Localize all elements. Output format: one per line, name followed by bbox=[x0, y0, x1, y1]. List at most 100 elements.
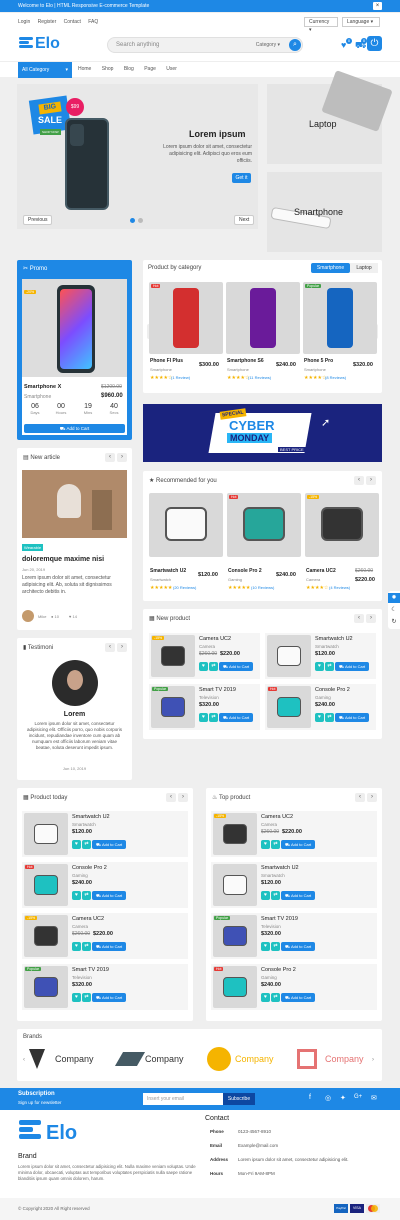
compare-button[interactable]: ⇄ bbox=[82, 993, 91, 1002]
slider-dot-active[interactable] bbox=[130, 218, 135, 223]
product-name[interactable]: Camera UC2 bbox=[199, 636, 231, 642]
product-name[interactable]: Smart TV 2019 bbox=[199, 687, 236, 693]
wishlist-button[interactable]: ♥ bbox=[72, 840, 81, 849]
google-plus-icon[interactable]: G+ bbox=[354, 1094, 362, 1100]
compare-button[interactable]: ⇄ bbox=[271, 993, 280, 1002]
product-row[interactable]: Hot Console Pro 2 Gaming $240.00 ♥ ⇄ ⛟ Add t… bbox=[211, 964, 377, 1010]
email-field[interactable]: Insert your email bbox=[143, 1093, 223, 1105]
product-row[interactable]: Hot Console Pro 2 Gaming $240.00 ♥ ⇄ ⛟ Add t… bbox=[22, 862, 188, 908]
product-name[interactable]: Smart TV 2019 bbox=[72, 967, 109, 973]
brand-logo[interactable]: Company bbox=[114, 1049, 191, 1071]
wishlist-button[interactable]: ♥ bbox=[72, 891, 81, 900]
wishlist-button[interactable]: ♥ bbox=[199, 713, 208, 722]
instagram-icon[interactable]: ◎ bbox=[325, 1094, 331, 1102]
promo-add-to-cart-button[interactable]: ⛟ Add to Cart bbox=[24, 424, 125, 433]
product-row[interactable]: Smartwatch U2 Smartwatch $120.00 ♥ ⇄ ⛟ Add … bbox=[211, 862, 377, 908]
product-name[interactable]: Smartwatch U2 bbox=[261, 865, 299, 871]
chevron-right-icon[interactable]: › bbox=[117, 453, 127, 462]
product-row[interactable]: -15% Camera UC2 Camera $260.00 $220.00 ♥ ⇄ ⛟… bbox=[149, 633, 260, 679]
product-card[interactable]: Popular Phone 5 Pro $320.00 Smartphone ★★… bbox=[303, 282, 377, 390]
add-to-cart-button[interactable]: ⛟ Add to Cart bbox=[92, 942, 127, 951]
add-to-cart-button[interactable]: ⛟ Add to Cart bbox=[219, 662, 254, 671]
add-to-cart-button[interactable]: ⛟ Add to Cart bbox=[335, 662, 370, 671]
chevron-left-icon[interactable]: ‹ bbox=[354, 476, 364, 485]
product-row[interactable]: Popular Smart TV 2019 Television $320.00 ♥… bbox=[22, 964, 188, 1010]
slider-dot[interactable] bbox=[138, 218, 143, 223]
chevron-right-icon[interactable]: › bbox=[366, 476, 376, 485]
product-row[interactable]: -15% Camera UC2 Camera $260.00 $220.00 ♥ ⇄ ⛟… bbox=[211, 811, 377, 857]
product-name[interactable]: Smartwatch U2 bbox=[72, 814, 110, 820]
product-card[interactable]: Hot Console Pro 2 Gaming $240.00 ★★★★★ (10 … bbox=[227, 493, 301, 597]
product-card[interactable]: Hot Phone FI Plus $300.00 Smartphone ★★★★… bbox=[149, 282, 223, 390]
login-link[interactable]: Login bbox=[18, 19, 30, 25]
compare-button[interactable]: ⇄ bbox=[271, 840, 280, 849]
review-count[interactable]: (10 Reviews) bbox=[251, 585, 274, 590]
article-tag[interactable]: Wearable bbox=[22, 544, 44, 551]
cyber-monday-banner[interactable]: SPECIAL CYBER MONDAY BEST PRICE ➚ bbox=[143, 404, 382, 462]
product-name[interactable]: Smart TV 2019 bbox=[261, 916, 298, 922]
product-row[interactable]: -15% Camera UC2 Camera $260.00 $220.00 ♥ ⇄ ⛟… bbox=[22, 913, 188, 959]
add-to-cart-button[interactable]: ⛟ Add to Cart bbox=[335, 713, 370, 722]
register-link[interactable]: Register bbox=[38, 19, 57, 25]
product-row[interactable]: Hot Console Pro 2 Gaming $240.00 ♥ ⇄ ⛟ Add t… bbox=[265, 684, 376, 730]
faq-link[interactable]: FAQ bbox=[88, 19, 98, 25]
chevron-left-icon[interactable]: ‹ bbox=[355, 793, 365, 802]
product-row[interactable]: Smartwatch U2 Smartwatch $120.00 ♥ ⇄ ⛟ Add … bbox=[265, 633, 376, 679]
email-icon[interactable]: ✉ bbox=[371, 1094, 377, 1102]
add-to-cart-button[interactable]: ⛟ Add to Cart bbox=[219, 713, 254, 722]
footer-logo-text[interactable]: Elo bbox=[46, 1122, 77, 1145]
compare-button[interactable]: ⇄ bbox=[209, 713, 218, 722]
chevron-right-icon[interactable]: › bbox=[178, 793, 188, 802]
compare-button[interactable]: ⇄ bbox=[82, 942, 91, 951]
product-card[interactable]: Smartwatch U2 Smartwatch $120.00 ★★★★★ (20… bbox=[149, 493, 223, 597]
language-select[interactable]: Language ▾ bbox=[342, 17, 380, 27]
review-count[interactable]: (4 Reviews) bbox=[329, 585, 350, 590]
brand-logo[interactable]: Company bbox=[29, 1049, 101, 1071]
product-name[interactable]: Camera UC2 bbox=[261, 814, 293, 820]
compare-button[interactable]: ⇄ bbox=[325, 713, 334, 722]
brand-logo[interactable]: Company bbox=[297, 1047, 373, 1071]
wishlist-button[interactable]: ♥ bbox=[261, 840, 270, 849]
article-image[interactable] bbox=[22, 470, 127, 538]
compare-button[interactable]: ⇄ bbox=[325, 662, 334, 671]
currency-select[interactable]: Currency ▾ bbox=[304, 17, 338, 33]
nav-page[interactable]: Page bbox=[144, 66, 156, 72]
product-name[interactable]: Phone FI Plus bbox=[150, 358, 183, 364]
wishlist-button[interactable]: ♥ bbox=[315, 662, 324, 671]
laptop-banner[interactable]: Laptop bbox=[267, 70, 393, 164]
add-to-cart-button[interactable]: ⛟ Add to Cart bbox=[92, 840, 127, 849]
product-card[interactable]: Smartphone S6 $240.00 Smartphone ★★★★☆ (… bbox=[226, 282, 300, 390]
add-to-cart-button[interactable]: ⛟ Add to Cart bbox=[281, 942, 316, 951]
chevron-right-icon[interactable]: › bbox=[117, 643, 127, 652]
logo-text[interactable]: Elo bbox=[35, 35, 60, 53]
nav-shop[interactable]: Shop bbox=[102, 66, 114, 72]
review-count[interactable]: (11 Reviews) bbox=[248, 375, 271, 380]
product-name[interactable]: Smartphone S6 bbox=[227, 358, 264, 364]
subscribe-button[interactable]: Subscribe bbox=[223, 1093, 255, 1105]
close-icon[interactable]: × bbox=[373, 2, 382, 10]
tab-smartphone[interactable]: Smartphone bbox=[311, 263, 350, 273]
review-count[interactable]: (20 Reviews) bbox=[173, 585, 196, 590]
nav-home[interactable]: Home bbox=[78, 66, 91, 72]
compare-button[interactable]: ⇄ bbox=[82, 891, 91, 900]
chevron-right-icon[interactable]: › bbox=[367, 793, 377, 802]
twitter-icon[interactable]: ✦ bbox=[340, 1094, 346, 1102]
category-select[interactable]: Category ▾ bbox=[256, 38, 280, 52]
nav-user[interactable]: User bbox=[166, 66, 177, 72]
chevron-left-icon[interactable]: ‹ bbox=[166, 793, 176, 802]
wishlist-button[interactable]: ♥ bbox=[261, 891, 270, 900]
wishlist-button[interactable]: ♥ bbox=[72, 993, 81, 1002]
product-card[interactable]: -15% Camera UC2 Camera $260.00 $220.00 ★★★★… bbox=[305, 493, 379, 597]
wishlist-button[interactable]: ♥ bbox=[315, 713, 324, 722]
product-row[interactable]: Smartwatch U2 Smartwatch $120.00 ♥ ⇄ ⛟ Add … bbox=[22, 811, 188, 857]
chevron-left-icon[interactable]: ‹ bbox=[105, 453, 115, 462]
chevron-left-icon[interactable]: ‹ bbox=[23, 1057, 25, 1063]
gear-icon[interactable]: ✹ bbox=[388, 593, 400, 603]
moon-icon[interactable]: ☾ bbox=[388, 605, 400, 615]
review-count[interactable]: (8 Reviews) bbox=[325, 375, 346, 380]
wishlist-button[interactable]: ♥ bbox=[72, 942, 81, 951]
compare-button[interactable]: ⇄ bbox=[271, 891, 280, 900]
wishlist-button[interactable]: ♥ bbox=[261, 942, 270, 951]
search-input[interactable]: Search anything bbox=[116, 42, 159, 48]
product-row[interactable]: Popular Smart TV 2019 Television $320.00 ♥… bbox=[211, 913, 377, 959]
